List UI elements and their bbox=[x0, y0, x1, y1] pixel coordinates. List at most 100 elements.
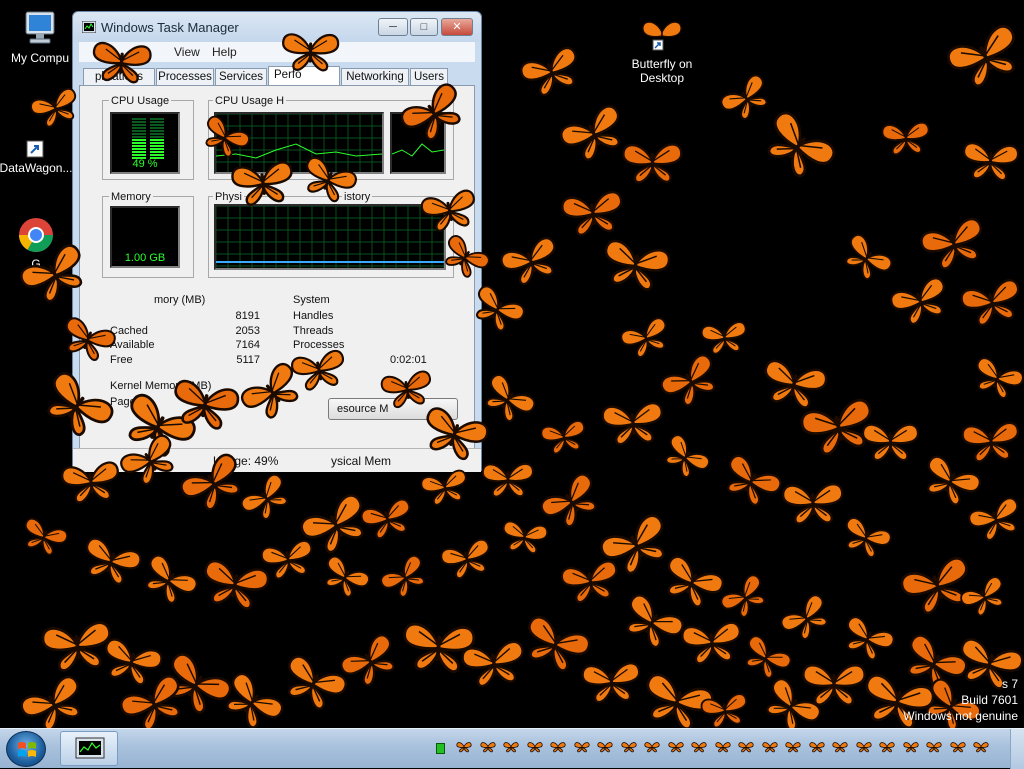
butterfly-sprite bbox=[280, 29, 342, 73]
desktop-icon-label: DataWagon... bbox=[0, 161, 73, 175]
tray-butterfly-icon[interactable] bbox=[761, 741, 778, 755]
memory-value: 1.00 GB bbox=[124, 252, 166, 264]
menu-help[interactable]: Help bbox=[212, 45, 237, 59]
shortcut-icon bbox=[26, 140, 44, 158]
butterfly-sprite bbox=[13, 668, 95, 728]
butterfly-sprite bbox=[16, 513, 73, 562]
butterfly-sprite bbox=[713, 447, 788, 515]
minimize-icon: ─ bbox=[389, 21, 397, 33]
butterfly-sprite bbox=[88, 37, 155, 86]
phys-row-value: 8191 bbox=[235, 310, 260, 322]
desktop-icon-label: My Compu bbox=[10, 51, 69, 65]
butterfly-sprite bbox=[598, 397, 668, 449]
butterfly-sprite bbox=[514, 40, 589, 104]
title-bar[interactable]: Windows Task Manager ─ □ ✕ bbox=[73, 12, 481, 42]
butterfly-sprite bbox=[579, 658, 645, 706]
tray-butterfly-icon[interactable] bbox=[926, 741, 942, 755]
menu-view[interactable]: View bbox=[174, 45, 200, 59]
phys-row-label: Free bbox=[110, 354, 133, 366]
tray-butterfly-icon[interactable] bbox=[597, 741, 613, 755]
tray-butterfly-icon[interactable] bbox=[620, 741, 637, 755]
cpu-usage-label: CPU Usage bbox=[109, 95, 172, 107]
task-manager-icon bbox=[82, 21, 96, 33]
cpu-usage-meter: 49 % bbox=[110, 112, 180, 174]
butterfly-sprite bbox=[58, 456, 125, 507]
tray-butterfly-icon[interactable] bbox=[526, 741, 543, 755]
window-title: Windows Task Manager bbox=[101, 20, 239, 35]
maximize-button[interactable]: □ bbox=[410, 18, 438, 36]
tray-butterfly-icon[interactable] bbox=[479, 741, 496, 755]
tray-butterfly-icon[interactable] bbox=[714, 741, 731, 755]
desktop-icon-my-computer[interactable]: My Compu bbox=[0, 10, 82, 65]
physical-memory-label: mory (MB) bbox=[154, 294, 206, 306]
close-icon: ✕ bbox=[452, 21, 462, 33]
phys-history-graph bbox=[214, 204, 446, 270]
phys-row-value: 7164 bbox=[235, 339, 260, 351]
close-button[interactable]: ✕ bbox=[441, 18, 473, 36]
butterfly-sprite bbox=[879, 118, 933, 158]
desktop-icon-butterfly[interactable]: Butterfly on Desktop bbox=[620, 18, 704, 85]
butterfly-sprite bbox=[774, 588, 839, 649]
tray-butterfly-icon[interactable] bbox=[456, 741, 472, 755]
tray-butterfly-icon[interactable] bbox=[902, 741, 919, 755]
system-label: System bbox=[293, 294, 330, 306]
memory-label: Memory bbox=[109, 191, 153, 203]
cpu-usage-value: 49 % bbox=[132, 158, 158, 170]
butterfly-sprite bbox=[834, 227, 898, 289]
tray-butterfly-icon[interactable] bbox=[691, 741, 707, 755]
minimize-button[interactable]: ─ bbox=[378, 18, 408, 36]
tab-processes[interactable]: Processes bbox=[156, 68, 214, 86]
butterfly-sprite bbox=[615, 312, 677, 365]
tray-green-indicator-icon[interactable] bbox=[436, 743, 445, 754]
desktop-icon-label: Butterfly on bbox=[631, 57, 693, 71]
butterfly-sprite bbox=[914, 211, 994, 278]
desktop-icon-datawagon[interactable]: DataWagon... bbox=[0, 140, 78, 175]
tray-butterfly-icon[interactable] bbox=[573, 741, 590, 755]
memory-meter: 1.00 GB bbox=[110, 206, 180, 268]
watermark-line: s 7 bbox=[1001, 677, 1018, 691]
butterfly-sprite bbox=[257, 535, 319, 584]
butterfly-sprite bbox=[480, 460, 537, 500]
tray-butterfly-icon[interactable] bbox=[644, 741, 660, 755]
butterfly-sprite bbox=[860, 420, 921, 463]
uptime-value: 0:02:01 bbox=[390, 354, 427, 366]
butterfly-sprite bbox=[939, 16, 1024, 97]
tray-butterfly-icon[interactable] bbox=[879, 741, 895, 755]
tray-butterfly-icon[interactable] bbox=[503, 741, 519, 755]
tray-butterfly-icon[interactable] bbox=[949, 741, 966, 755]
butterfly-sprite bbox=[494, 230, 567, 292]
butterfly-sprite bbox=[374, 549, 435, 606]
tray-butterfly-icon[interactable] bbox=[550, 741, 566, 755]
tray-butterfly-icon[interactable] bbox=[808, 741, 825, 755]
desktop: My Compu DataWagon... G Ch Butterfly on … bbox=[0, 0, 1024, 728]
butterfly-sprite bbox=[436, 533, 498, 584]
butterfly-sprite bbox=[966, 351, 1024, 405]
tray-butterfly-icon[interactable] bbox=[973, 741, 989, 755]
watermark-line: Build 7601 bbox=[961, 693, 1018, 707]
butterfly-sprite bbox=[835, 511, 897, 564]
butterfly-sprite bbox=[779, 479, 847, 527]
show-desktop-button[interactable] bbox=[1010, 729, 1024, 769]
tab-networking[interactable]: Networking bbox=[341, 68, 409, 86]
tray-butterfly-icon[interactable] bbox=[667, 741, 684, 755]
butterfly-sprite bbox=[596, 233, 676, 297]
butterfly-sprite bbox=[698, 317, 751, 358]
tray-butterfly-icon[interactable] bbox=[785, 741, 801, 755]
butterfly-sprite bbox=[959, 138, 1023, 184]
butterfly-sprite bbox=[958, 417, 1024, 465]
tab-services[interactable]: Services bbox=[215, 68, 267, 86]
start-button[interactable] bbox=[6, 731, 46, 767]
butterfly-sprite bbox=[557, 186, 629, 241]
computer-icon bbox=[25, 11, 55, 44]
desktop-icon-label: Desktop bbox=[639, 71, 685, 85]
butterfly-sprite bbox=[537, 416, 591, 459]
status-physical-memory: ysical Mem bbox=[331, 454, 392, 468]
butterfly-sprite bbox=[884, 270, 956, 332]
phys-row-value: 5117 bbox=[236, 354, 260, 366]
tray-butterfly-icon[interactable] bbox=[855, 741, 872, 755]
system-row: Handles bbox=[293, 310, 334, 322]
taskbar-task-manager-button[interactable] bbox=[60, 731, 118, 766]
tray-butterfly-icon[interactable] bbox=[738, 741, 754, 755]
tray-butterfly-icon[interactable] bbox=[832, 741, 848, 755]
butterfly-sprite bbox=[620, 139, 686, 185]
